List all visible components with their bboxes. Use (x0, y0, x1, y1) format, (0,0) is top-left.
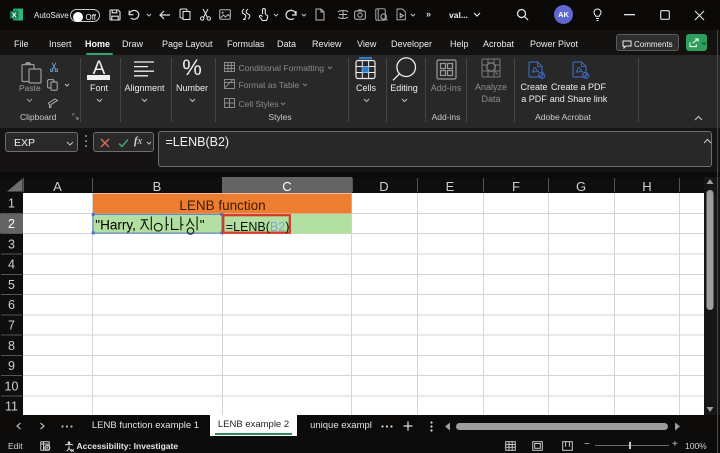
svg-text:6: 6 (8, 298, 15, 312)
svg-text:LENB function: LENB function (179, 198, 265, 213)
svg-text:A: A (53, 179, 62, 194)
svg-text:E: E (446, 179, 455, 194)
svg-text:H: H (642, 179, 651, 194)
svg-text:8: 8 (8, 339, 15, 353)
svg-text:5: 5 (8, 278, 15, 292)
svg-text:4: 4 (8, 258, 15, 272)
svg-text:9: 9 (8, 359, 15, 373)
svg-text:D: D (379, 179, 388, 194)
svg-text:G: G (576, 179, 586, 194)
svg-text:"Harry,: "Harry, (95, 217, 136, 232)
svg-text:=LENB(B2): =LENB(B2) (226, 220, 290, 234)
svg-text:10: 10 (5, 379, 19, 393)
svg-text:2: 2 (8, 217, 15, 231)
svg-text:1: 1 (8, 197, 15, 211)
svg-text:X: X (12, 10, 17, 19)
svg-text:F: F (512, 179, 520, 194)
svg-text:": " (200, 217, 205, 232)
svg-text:7: 7 (8, 319, 15, 333)
svg-text:C: C (282, 179, 291, 194)
svg-text:3: 3 (8, 237, 15, 251)
svg-text:B: B (153, 179, 162, 194)
svg-text:11: 11 (5, 400, 18, 414)
